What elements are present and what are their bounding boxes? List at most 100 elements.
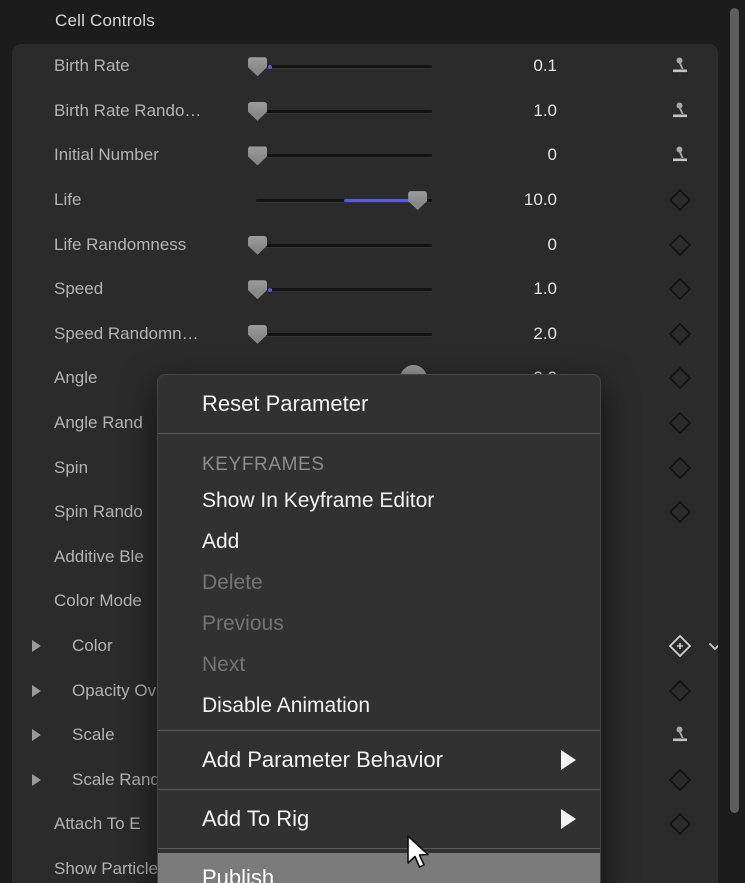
triangle-right-icon (561, 809, 576, 829)
parameter-label: Life Randomness (54, 235, 186, 255)
keyframe-diamond-icon[interactable] (667, 767, 699, 793)
disclosure-triangle-icon[interactable] (32, 640, 41, 652)
parameter-slider[interactable] (248, 236, 432, 254)
motion-inspector-panel: Cell Controls Birth Rate 0.1 Birth Rate Ra… (0, 0, 745, 883)
slider-handle[interactable] (248, 102, 267, 121)
parameter-value[interactable]: 2.0 (442, 324, 557, 344)
slider-track[interactable] (256, 244, 432, 247)
parameter-value[interactable]: 1.0 (442, 279, 557, 299)
parameter-slider[interactable] (248, 102, 432, 120)
keyframe-diamond-icon[interactable] (667, 276, 699, 302)
parameter-label: Spin Rando (54, 502, 143, 522)
parameter-label: Additive Ble (54, 547, 144, 567)
parameter-label: Angle Rand (54, 413, 143, 433)
menu-group-publish: Publish (158, 849, 600, 883)
slider-handle[interactable] (248, 325, 267, 344)
parameter-slider[interactable] (248, 280, 432, 298)
menu-item-add-to-rig[interactable]: Add To Rig (158, 794, 600, 844)
animation-joystick-icon[interactable] (667, 142, 699, 168)
parameter-label: Scale Rand (72, 770, 160, 790)
slider-track[interactable] (256, 288, 432, 291)
parameter-row[interactable]: Speed Randomn… 2.0 (12, 312, 718, 357)
menu-item-publish[interactable]: Publish (158, 853, 600, 883)
parameter-label: Angle (54, 368, 97, 388)
parameter-value[interactable]: 0 (442, 235, 557, 255)
menu-item-reset-parameter[interactable]: Reset Parameter (158, 379, 600, 429)
parameter-label: Opacity Ov (72, 681, 156, 701)
slider-track[interactable] (256, 65, 432, 68)
chevron-down-icon[interactable] (708, 639, 718, 653)
disclosure-triangle-icon[interactable] (32, 729, 41, 741)
triangle-right-icon (561, 750, 576, 770)
parameter-label: Color (72, 636, 113, 656)
slider-track[interactable] (256, 110, 432, 113)
keyframe-diamond-icon[interactable] (667, 187, 699, 213)
menu-group-keyframes: KEYFRAMES Show In Keyframe Editor Add De… (158, 434, 600, 730)
parameter-row[interactable]: Birth Rate 0.1 (12, 44, 718, 89)
keyframe-diamond-icon[interactable] (667, 232, 699, 258)
keyframe-diamond-icon[interactable] (667, 499, 699, 525)
parameter-slider[interactable] (248, 57, 432, 75)
menu-item-show-in-keyframe-editor[interactable]: Show In Keyframe Editor (158, 480, 600, 521)
menu-item-add-keyframe[interactable]: Add (158, 521, 600, 562)
slider-value-dot (268, 65, 272, 69)
menu-item-add-parameter-behavior[interactable]: Add Parameter Behavior (158, 735, 600, 785)
keyframe-diamond-icon[interactable] (667, 678, 699, 704)
slider-handle[interactable] (248, 280, 267, 299)
slider-handle[interactable] (248, 57, 267, 76)
parameter-label: Color Mode (54, 591, 142, 611)
parameter-row[interactable]: Initial Number 0 (12, 133, 718, 178)
parameter-label: Spin (54, 458, 88, 478)
menu-group-behavior: Add Parameter Behavior (158, 731, 600, 789)
parameter-label: Birth Rate (54, 56, 130, 76)
disclosure-triangle-icon[interactable] (32, 685, 41, 697)
keyframe-diamond-icon[interactable] (667, 811, 699, 837)
parameter-value[interactable]: 0.1 (442, 56, 557, 76)
keyframe-diamond-icon[interactable] (667, 410, 699, 436)
parameter-label: Scale (72, 725, 115, 745)
menu-section-keyframes: KEYFRAMES (158, 438, 600, 480)
menu-group-rig: Add To Rig (158, 790, 600, 848)
parameter-row[interactable]: Life 10.0 (12, 178, 718, 223)
parameter-label: Life (54, 190, 81, 210)
parameter-label: Attach To E (54, 814, 141, 834)
parameter-label: Birth Rate Rando… (54, 101, 201, 121)
parameter-value[interactable]: 1.0 (442, 101, 557, 121)
keyframe-diamond-icon[interactable] (667, 321, 699, 347)
menu-item-label: Add To Rig (202, 806, 309, 832)
parameter-row[interactable]: Birth Rate Rando… 1.0 (12, 89, 718, 134)
keyframe-diamond-icon[interactable] (667, 365, 699, 391)
slider-handle[interactable] (248, 146, 267, 165)
menu-item-delete-keyframe: Delete (158, 562, 600, 603)
slider-value-dot (268, 288, 272, 292)
parameter-slider[interactable] (248, 191, 432, 209)
parameter-label: Speed (54, 279, 103, 299)
slider-track[interactable] (256, 333, 432, 336)
menu-item-label: Add Parameter Behavior (202, 747, 443, 773)
parameter-value[interactable]: 10.0 (442, 190, 557, 210)
parameter-slider[interactable] (248, 325, 432, 343)
keyframe-diamond-plus-icon[interactable] (667, 633, 699, 659)
slider-handle[interactable] (248, 236, 267, 255)
parameter-context-menu[interactable]: Reset Parameter KEYFRAMES Show In Keyfra… (157, 374, 601, 883)
menu-item-next-keyframe: Next (158, 644, 600, 685)
disclosure-triangle-icon[interactable] (32, 774, 41, 786)
animation-joystick-icon[interactable] (667, 98, 699, 124)
parameter-slider[interactable] (248, 146, 432, 164)
menu-item-previous-keyframe: Previous (158, 603, 600, 644)
slider-track[interactable] (256, 154, 432, 157)
keyframe-diamond-icon[interactable] (667, 455, 699, 481)
parameter-row[interactable]: Speed 1.0 (12, 267, 718, 312)
parameter-label: Speed Randomn… (54, 324, 199, 344)
menu-group-reset: Reset Parameter (158, 375, 600, 433)
parameter-label: Initial Number (54, 145, 159, 165)
vertical-scrollbar[interactable] (727, 0, 741, 883)
parameter-value[interactable]: 0 (442, 145, 557, 165)
animation-joystick-icon[interactable] (667, 722, 699, 748)
menu-item-disable-animation[interactable]: Disable Animation (158, 685, 600, 726)
scrollbar-thumb[interactable] (730, 8, 739, 813)
slider-handle[interactable] (408, 191, 427, 210)
animation-joystick-icon[interactable] (667, 53, 699, 79)
page-title: Cell Controls (55, 11, 155, 31)
parameter-row[interactable]: Life Randomness 0 (12, 222, 718, 267)
